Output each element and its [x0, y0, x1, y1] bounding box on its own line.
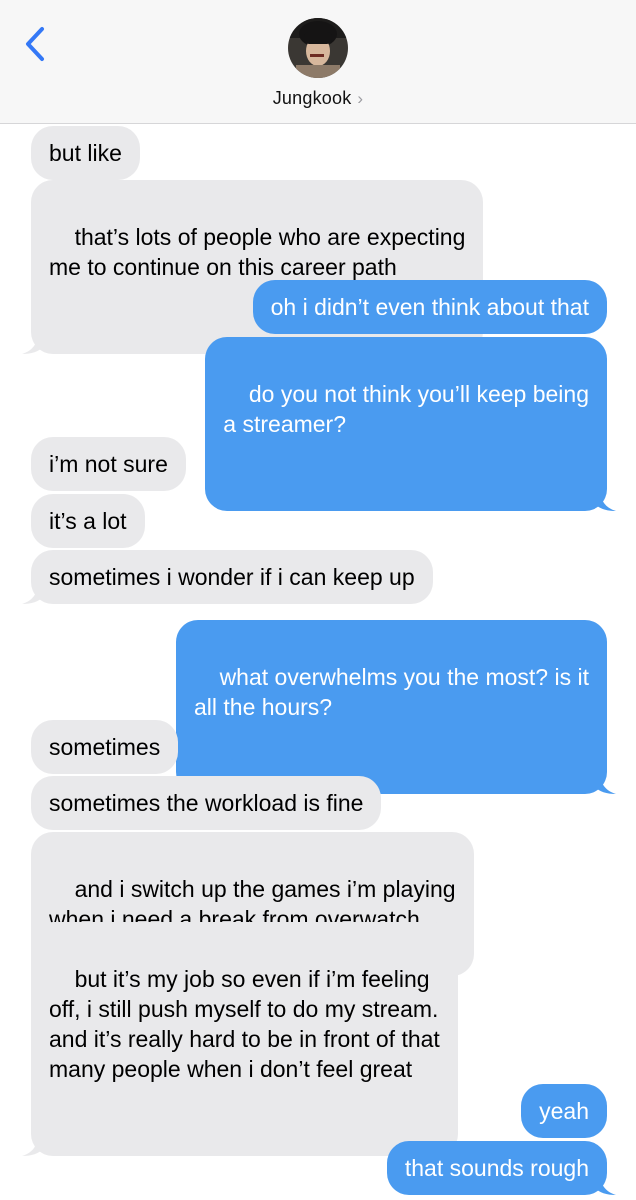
message-bubble-incoming[interactable]: but it’s my job so even if i’m feeling o… — [22, 922, 458, 1156]
message-text: do you not think you’ll keep being a str… — [223, 381, 589, 437]
back-button[interactable] — [22, 24, 52, 64]
message-text: but like — [49, 140, 122, 166]
message-bubble-outgoing[interactable]: that sounds rough — [386, 1141, 616, 1195]
bubble-tail — [22, 582, 44, 604]
message-text: i’m not sure — [49, 451, 168, 477]
message-text: sometimes — [49, 734, 161, 760]
message-bubble-outgoing[interactable]: yeah — [521, 1084, 607, 1138]
message-bubble-incoming[interactable]: sometimes i wonder if i can keep up — [22, 550, 433, 604]
message-bubble-outgoing[interactable]: do you not think you’ll keep being a str… — [205, 337, 616, 511]
message-bubble-outgoing[interactable]: what overwhelms you the most? is it all … — [176, 620, 616, 794]
message-text: it’s a lot — [49, 508, 127, 534]
message-text: sometimes the workload is fine — [49, 790, 364, 816]
bubble-tail — [22, 332, 44, 354]
message-text: what overwhelms you the most? is it all … — [194, 664, 589, 720]
message-text: that’s lots of people who are expecting … — [49, 224, 466, 280]
bubble-tail — [22, 1134, 44, 1156]
message-bubble-outgoing[interactable]: oh i didn’t even think about that — [252, 280, 607, 334]
message-text: that sounds rough — [404, 1155, 589, 1181]
message-bubble-incoming[interactable]: it’s a lot — [31, 494, 145, 548]
contact-name: Jungkook — [272, 88, 352, 108]
contact-photo — [288, 18, 348, 78]
bubble-tail — [594, 1173, 616, 1195]
message-text: sometimes i wonder if i can keep up — [49, 564, 415, 590]
chevron-right-icon: › — [357, 89, 364, 108]
conversation-header: Jungkook › — [0, 0, 636, 124]
message-text: but it’s my job so even if i’m feeling o… — [49, 966, 440, 1082]
avatar[interactable] — [288, 18, 348, 78]
chevron-left-icon — [26, 27, 44, 61]
bubble-tail — [594, 489, 616, 511]
message-bubble-incoming[interactable]: sometimes the workload is fine — [31, 776, 382, 830]
message-bubble-incoming[interactable]: but like — [31, 126, 140, 180]
bubble-tail — [594, 772, 616, 794]
message-bubble-incoming[interactable]: sometimes — [31, 720, 179, 774]
message-text: oh i didn’t even think about that — [270, 294, 589, 320]
contact-name-button[interactable]: Jungkook › — [0, 88, 636, 109]
message-text: yeah — [539, 1098, 589, 1124]
message-bubble-incoming[interactable]: i’m not sure — [31, 437, 186, 491]
